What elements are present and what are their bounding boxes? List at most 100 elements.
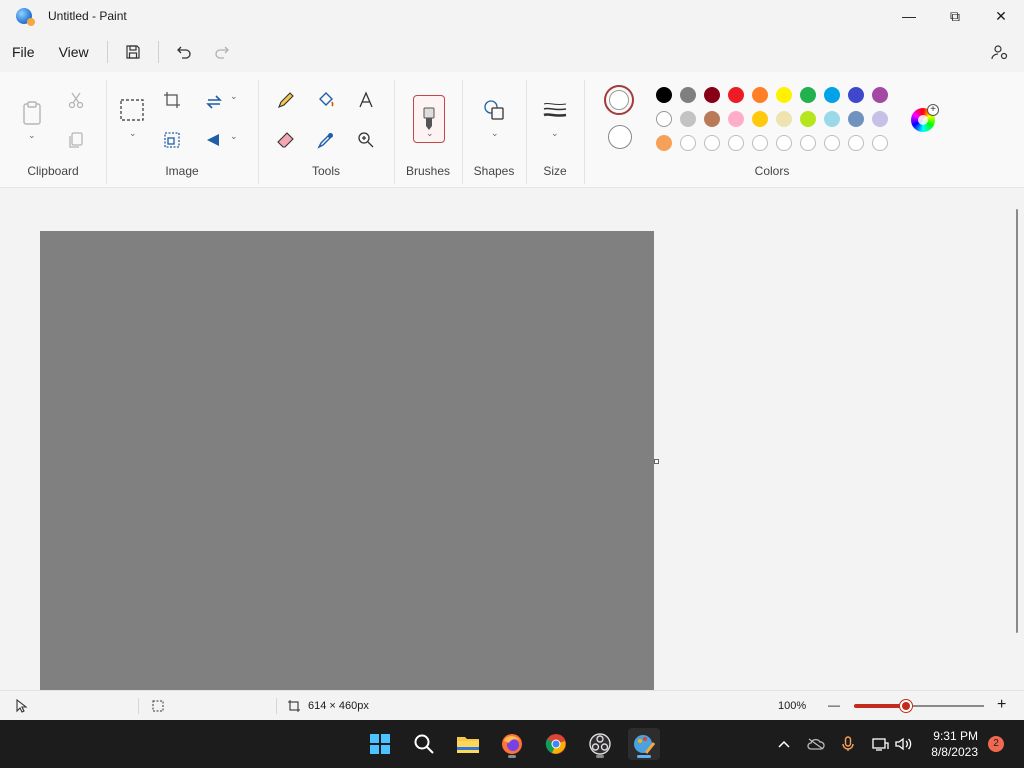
eraser-tool-button[interactable] [272,126,300,154]
view-menu[interactable]: View [47,32,101,72]
paste-button[interactable] [18,96,46,130]
edit-colors-button[interactable]: + [908,104,939,135]
network-button[interactable] [868,720,892,768]
selection-size-icon [152,700,164,712]
palette-color-swatch[interactable] [728,111,744,127]
zoom-in-button[interactable]: + [997,696,1006,714]
shapes-button[interactable] [480,96,508,124]
canvas-resize-handle[interactable] [654,459,659,464]
palette-color-swatch[interactable] [728,87,744,103]
size-label: Size [543,164,567,178]
palette-color-swatch[interactable] [872,111,888,127]
custom-color-slot[interactable] [776,135,792,151]
save-button[interactable] [114,36,152,68]
brushes-chevron-icon[interactable]: ⌄ [426,128,434,139]
close-button[interactable]: ✕ [978,0,1024,32]
onedrive-button[interactable] [804,720,828,768]
palette-color-swatch[interactable] [800,111,816,127]
text-tool-button[interactable] [352,86,380,114]
custom-color-slot[interactable] [848,135,864,151]
drawing-canvas[interactable] [40,231,654,690]
custom-color-slot[interactable] [752,135,768,151]
custom-color-slot[interactable] [824,135,840,151]
size-button[interactable] [541,96,569,124]
palette-color-swatch[interactable] [704,87,720,103]
pencil-tool-button[interactable] [272,86,300,114]
palette-color-swatch[interactable] [656,87,672,103]
search-button[interactable] [408,728,440,760]
show-hidden-icons-button[interactable] [772,720,796,768]
rotate-icon [206,95,222,109]
magnifier-button[interactable] [352,126,380,154]
zoom-level[interactable]: 100% [778,700,806,712]
chrome-button[interactable] [540,728,572,760]
shapes-label: Shapes [473,164,515,178]
palette-color-swatch[interactable] [824,111,840,127]
palette-color-swatch[interactable] [704,111,720,127]
custom-color-slot[interactable] [800,135,816,151]
undo-icon [176,46,191,59]
vertical-scrollbar[interactable] [1016,209,1018,633]
start-button[interactable] [364,728,396,760]
color2-selector[interactable] [608,125,632,149]
notification-badge[interactable]: 2 [988,736,1004,752]
restore-button[interactable]: ⧉ [932,0,978,32]
palette-color-swatch[interactable] [656,135,672,151]
undo-button[interactable] [165,36,203,68]
palette-color-swatch[interactable] [848,87,864,103]
microphone-button[interactable] [836,720,860,768]
cursor-position-icon [16,699,28,713]
palette-color-swatch[interactable] [848,111,864,127]
color-picker-button[interactable] [312,126,340,154]
select-chevron-icon[interactable]: ⌄ [129,128,137,139]
taskbar: 9:31 PM 8/8/2023 2 [0,720,1024,768]
size-chevron-icon[interactable]: ⌄ [551,128,559,139]
flip-chevron-icon[interactable]: ⌄ [230,131,238,142]
palette-color-swatch[interactable] [680,111,696,127]
save-icon [126,45,140,59]
palette-color-swatch[interactable] [752,111,768,127]
fill-tool-button[interactable] [312,86,340,114]
custom-color-slot[interactable] [872,135,888,151]
canvas-size-icon [288,700,300,712]
custom-color-slot[interactable] [680,135,696,151]
palette-color-swatch[interactable] [656,111,672,127]
rectangle-select-icon [120,99,144,121]
file-explorer-button[interactable] [452,728,484,760]
palette-color-swatch[interactable] [800,87,816,103]
palette-color-swatch[interactable] [872,87,888,103]
obs-button[interactable] [584,728,616,760]
microphone-icon [842,736,854,751]
copy-button[interactable] [62,126,90,154]
palette-color-swatch[interactable] [776,87,792,103]
redo-button[interactable] [203,36,241,68]
flip-button[interactable] [200,126,228,154]
settings-button[interactable] [984,36,1016,68]
zoom-slider-thumb[interactable] [900,700,912,712]
paste-chevron-icon[interactable]: ⌄ [28,130,36,141]
custom-color-slot[interactable] [728,135,744,151]
select-button[interactable] [118,96,146,124]
custom-color-slot[interactable] [704,135,720,151]
shapes-chevron-icon[interactable]: ⌄ [491,128,499,139]
resize-button[interactable] [158,126,186,154]
firefox-button[interactable] [496,728,528,760]
magnifier-icon [358,132,374,148]
palette-color-swatch[interactable] [680,87,696,103]
rotate-chevron-icon[interactable]: ⌄ [230,91,238,102]
minimize-button[interactable]: — [886,0,932,32]
palette-color-swatch[interactable] [824,87,840,103]
crop-button[interactable] [158,86,186,114]
zoom-out-button[interactable]: — [828,698,840,712]
volume-button[interactable] [892,720,916,768]
paint-taskbar-button[interactable] [628,728,660,760]
rotate-button[interactable] [200,86,228,114]
palette-color-swatch[interactable] [776,111,792,127]
clock[interactable]: 9:31 PM 8/8/2023 [931,728,978,760]
color1-selector[interactable] [604,85,634,115]
file-menu[interactable]: File [0,32,47,72]
zoom-slider[interactable] [854,700,984,712]
cut-button[interactable] [62,86,90,114]
colors-label: Colors [754,164,790,178]
palette-color-swatch[interactable] [752,87,768,103]
